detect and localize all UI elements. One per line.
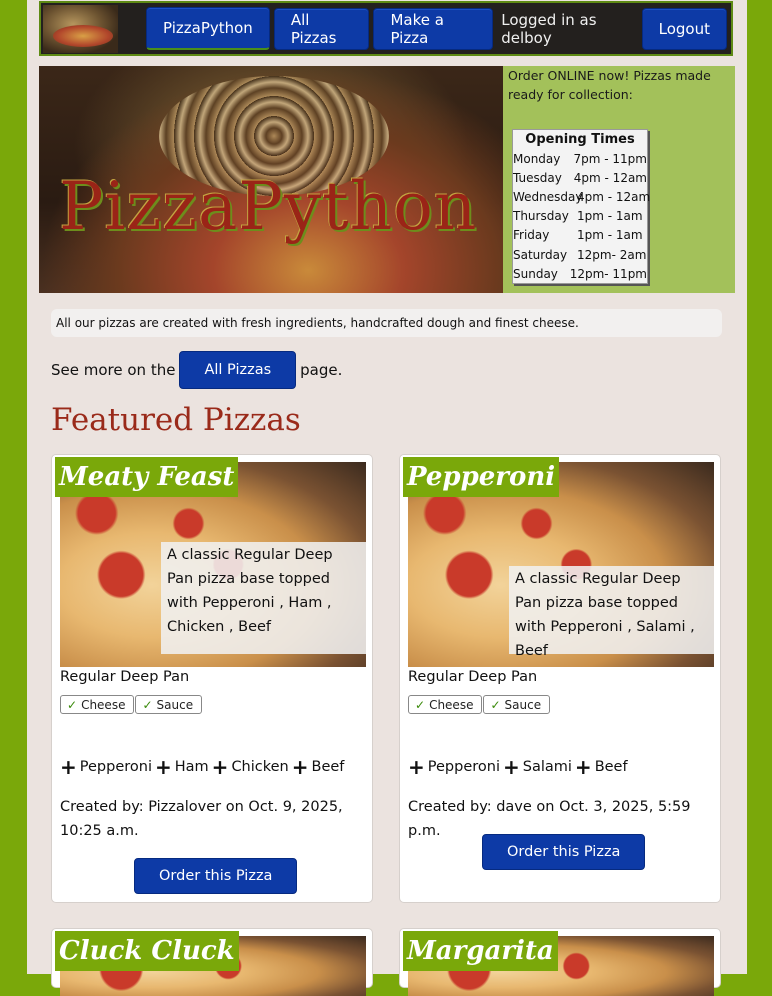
sauce-chip: ✓ Sauce <box>483 695 551 714</box>
sauce-chip: ✓ Sauce <box>135 695 203 714</box>
pizza-card: A classic Regular Deep Pan pizza base to… <box>51 454 373 903</box>
pizza-title: Pepperoni <box>403 457 560 497</box>
topping: + Salami <box>503 757 572 777</box>
pizza-card: Cluck Cluck <box>51 928 373 996</box>
chip-label: Sauce <box>504 697 542 712</box>
hours-day: Thursday <box>513 209 569 224</box>
pizza-title: Margarita <box>403 931 558 971</box>
hours-time: 12pm- 11pm <box>569 266 647 281</box>
hours-row: Monday 7pm - 11pm <box>513 149 647 168</box>
base-options: ✓ Cheese ✓ Sauce <box>408 695 551 714</box>
nav-make-pizza-button[interactable]: Make a Pizza <box>373 7 494 50</box>
hours-row: Wednesday 4pm - 12am <box>513 187 651 206</box>
hours-day: Friday <box>513 228 550 243</box>
opening-times-table: Opening Times Monday 7pm - 11pm Tuesday 4p… <box>512 129 651 285</box>
order-pizza-button[interactable]: Order this Pizza <box>482 834 646 870</box>
topping-label: Pepperoni <box>79 759 152 775</box>
order-info: Order ONLINE now! Pizzas made ready for … <box>508 68 711 102</box>
logo-image[interactable] <box>43 4 118 53</box>
chip-label: Sauce <box>156 697 194 712</box>
logout-button[interactable]: Logout <box>641 7 727 50</box>
plus-icon: + <box>60 755 77 779</box>
pizza-card: A classic Regular Deep Pan pizza base to… <box>399 454 721 903</box>
topping-label: Chicken <box>231 759 289 775</box>
topping-label: Pepperoni <box>427 759 500 775</box>
plus-icon: + <box>574 755 592 779</box>
check-icon: ✓ <box>67 697 78 712</box>
hours-row: Sunday 12pm- 11pm <box>513 264 647 283</box>
check-icon: ✓ <box>415 697 426 712</box>
toppings-list: + Pepperoni + Ham + Chicken + Beef <box>60 757 347 777</box>
see-more-prefix: See more on the <box>51 361 176 379</box>
hours-row: Friday 1pm - 1am <box>513 226 647 245</box>
nav-home-button[interactable]: PizzaPython <box>146 7 270 50</box>
plus-icon: + <box>502 755 520 779</box>
plus-icon: + <box>291 755 309 779</box>
see-more-line: See more on the All Pizzas page. <box>51 351 343 389</box>
hero-image: PizzaPython <box>39 66 503 293</box>
topping: + Chicken <box>212 757 289 777</box>
hours-day: Sunday <box>513 266 558 281</box>
hours-time: 4pm - 12am <box>573 170 647 185</box>
created-by: Created by: Pizzalover on Oct. 9, 2025, … <box>60 799 343 839</box>
navbar: PizzaPython All Pizzas Make a Pizza Logg… <box>39 1 733 56</box>
pizza-title: Meaty Feast <box>55 457 239 497</box>
hero-title: PizzaPython <box>59 168 478 245</box>
pizza-description: A classic Regular Deep Pan pizza base to… <box>509 566 714 659</box>
hero-banner: PizzaPython Order ONLINE now! Pizzas mad… <box>39 66 735 293</box>
hours-day: Wednesday <box>513 189 583 204</box>
pizza-base: Regular Deep Pan <box>408 669 538 685</box>
pizza-description: A classic Regular Deep Pan pizza base to… <box>161 542 366 654</box>
cheese-chip: ✓ Cheese <box>408 695 483 714</box>
see-more-suffix: page. <box>300 361 343 379</box>
cheese-chip: ✓ Cheese <box>60 695 135 714</box>
topping: + Ham <box>155 757 209 777</box>
hours-row: Tuesday 4pm - 12am <box>513 168 647 187</box>
hours-day: Monday <box>513 151 561 166</box>
pizza-base: Regular Deep Pan <box>60 669 190 685</box>
topping: + Pepperoni <box>408 757 500 777</box>
hours-time: 7pm - 11pm <box>573 151 647 166</box>
hours-row: Saturday 12pm- 2am <box>513 245 647 264</box>
topping-label: Salami <box>522 759 572 775</box>
all-pizzas-button[interactable]: All Pizzas <box>179 351 297 389</box>
opening-times-title: Opening Times <box>525 132 635 147</box>
hours-time: 1pm - 1am <box>577 228 643 243</box>
base-options: ✓ Cheese ✓ Sauce <box>60 695 203 714</box>
chip-label: Cheese <box>429 697 474 712</box>
plus-icon: + <box>211 755 229 779</box>
toppings-list: + Pepperoni + Salami + Beef <box>408 757 631 777</box>
intro-text: All our pizzas are created with fresh in… <box>51 309 722 337</box>
hours-time: 12pm- 2am <box>577 247 647 262</box>
login-status: Logged in as delboy <box>501 10 597 47</box>
nav-all-pizzas-button[interactable]: All Pizzas <box>273 7 370 50</box>
topping-label: Ham <box>174 759 209 775</box>
hours-day: Tuesday <box>513 170 562 185</box>
topping: + Pepperoni <box>60 757 152 777</box>
check-icon: ✓ <box>490 697 501 712</box>
order-pizza-button[interactable]: Order this Pizza <box>134 858 298 894</box>
chip-label: Cheese <box>81 697 126 712</box>
topping: + Beef <box>575 757 628 777</box>
pizza-title: Cluck Cluck <box>55 931 239 971</box>
check-icon: ✓ <box>142 697 153 712</box>
page-container: PizzaPython All Pizzas Make a Pizza Logg… <box>27 0 747 996</box>
pizza-card: Margarita <box>399 928 721 996</box>
hours-row: Thursday 1pm - 1am <box>513 207 647 226</box>
topping-label: Beef <box>594 759 628 775</box>
hours-time: 4pm - 12am <box>577 189 651 204</box>
plus-icon: + <box>408 755 425 779</box>
plus-icon: + <box>154 755 172 779</box>
hours-day: Saturday <box>513 247 568 262</box>
featured-heading: Featured Pizzas <box>51 402 301 438</box>
topping-label: Beef <box>311 759 345 775</box>
topping: + Beef <box>292 757 345 777</box>
hours-time: 1pm - 1am <box>577 209 643 224</box>
